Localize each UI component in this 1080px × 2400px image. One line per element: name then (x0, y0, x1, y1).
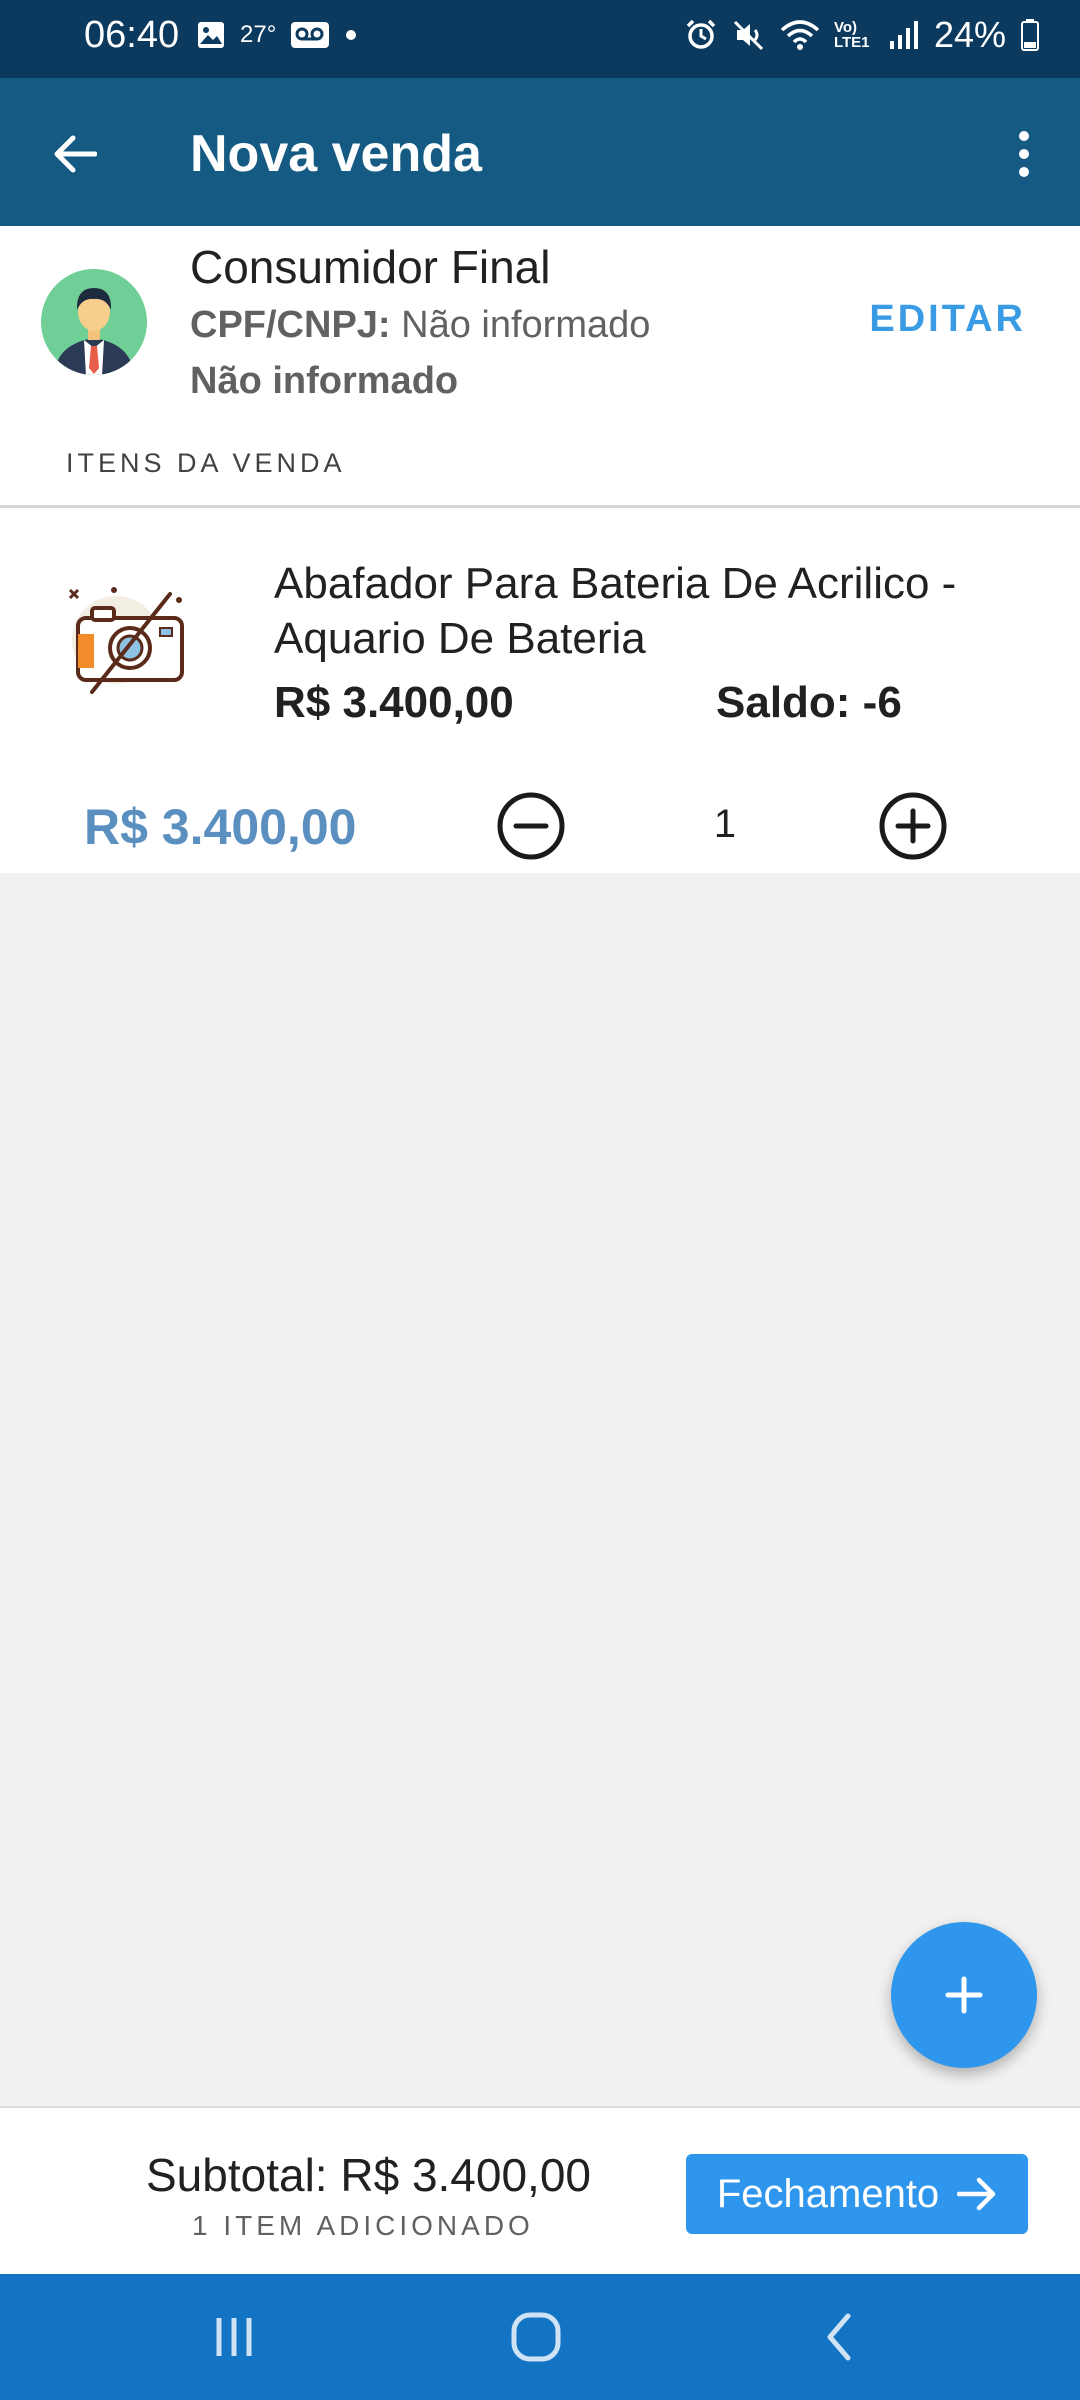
minus-circle-icon (497, 792, 565, 860)
subtotal-text: Subtotal: R$ 3.400,00 (146, 2149, 591, 2201)
back-button[interactable] (42, 122, 106, 186)
page-title: Nova venda (190, 125, 482, 183)
decrease-quantity-button[interactable] (496, 791, 566, 861)
customer-card: Consumidor Final CPF/CNPJ: Não informado… (0, 226, 1080, 506)
notification-dot-icon (346, 30, 357, 40)
status-bar: 06:40 27° Vo) LTE1 24% (0, 0, 1080, 78)
gallery-icon (198, 22, 224, 48)
customer-document-label: CPF/CNPJ: (190, 304, 391, 346)
recent-apps-icon (216, 2318, 252, 2356)
signal-icon (889, 21, 918, 49)
home-icon (511, 2312, 561, 2362)
add-icon (945, 1976, 983, 2014)
quantity-value[interactable]: 1 (700, 802, 750, 847)
status-left-icons: 27° (196, 20, 358, 50)
item-unit-price: R$ 3.400,00 (274, 678, 514, 727)
increase-quantity-button[interactable] (878, 791, 948, 861)
customer-document-value: Não informado (401, 304, 651, 346)
item-stock: Saldo: -6 (716, 678, 902, 727)
battery-icon (1021, 19, 1039, 51)
temperature-text: 27° (240, 21, 277, 48)
customer-document: CPF/CNPJ: Não informado (190, 304, 650, 347)
voicemail-icon (291, 22, 330, 48)
arrow-left-icon (54, 135, 97, 173)
items-count-text: 1 ITEM ADICIONADO (192, 2210, 534, 2241)
status-right: Vo) LTE1 24% (684, 14, 1040, 56)
chevron-left-icon (827, 2313, 851, 2361)
customer-name: Consumidor Final (190, 241, 551, 293)
wifi-icon (780, 20, 820, 50)
checkout-button-label: Fechamento (716, 2171, 940, 2216)
mute-icon (733, 20, 763, 51)
status-time: 06:40 (84, 14, 180, 56)
checkout-button[interactable]: Fechamento (686, 2154, 1028, 2234)
more-vert-icon (1019, 131, 1029, 177)
back-nav-button[interactable] (800, 2302, 880, 2372)
checkout-footer: Subtotal: R$ 3.400,00 1 ITEM ADICIONADO … (0, 2106, 1080, 2274)
customer-secondary-info: Não informado (190, 360, 459, 402)
add-item-fab[interactable] (891, 1922, 1037, 2068)
edit-customer-button[interactable]: EDITAR (869, 298, 1026, 341)
battery-text: 24% (933, 14, 1006, 55)
network-type-text: Vo) LTE1 (833, 19, 870, 51)
item-total-price: R$ 3.400,00 (84, 799, 357, 855)
item-name: Abafador Para Bateria De Acrilico - Aqua… (274, 559, 957, 663)
arrow-right-icon (957, 2177, 996, 2211)
alarm-icon (686, 19, 716, 49)
section-label: ITENS DA VENDA (66, 448, 346, 478)
app-bar: Nova venda (0, 78, 1080, 226)
user-avatar-icon (41, 269, 147, 375)
recent-apps-button[interactable] (194, 2302, 274, 2372)
system-nav-bar (0, 2274, 1080, 2400)
more-options-button[interactable] (994, 120, 1054, 188)
no-photo-icon (68, 587, 184, 694)
plus-circle-icon (879, 792, 947, 860)
home-button[interactable] (496, 2302, 576, 2372)
sale-item-row[interactable]: Abafador Para Bateria De Acrilico - Aqua… (0, 508, 1080, 873)
